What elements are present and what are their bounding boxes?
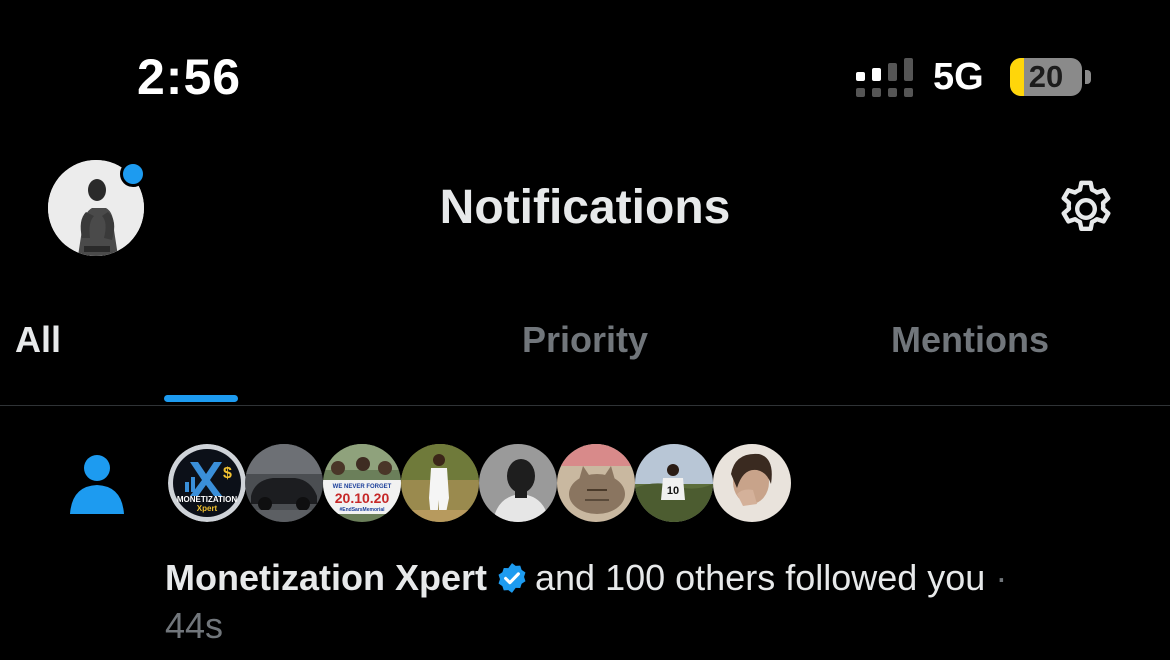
- status-bar: 2:56 5G 20: [0, 0, 1170, 150]
- logo-subtext: Xpert: [197, 504, 218, 513]
- network-type: 5G: [933, 56, 984, 98]
- woman-photo-image: [713, 444, 791, 522]
- tab-priority-label: Priority: [521, 319, 649, 360]
- car-photo-image: [245, 444, 323, 522]
- clock-time: 2:56: [137, 49, 242, 105]
- follow-notification[interactable]: $ MONETIZATION Xpert WE NEVER FORGET 20.…: [0, 406, 1170, 660]
- jersey-number: 10: [667, 485, 679, 497]
- verified-badge-icon: [498, 563, 526, 593]
- tab-mentions[interactable]: Mentions: [775, 295, 1165, 405]
- svg-text:$: $: [223, 465, 232, 482]
- tab-priority[interactable]: Priority: [390, 295, 780, 405]
- battery-icon: 20: [1010, 58, 1082, 96]
- tab-all-label: All: [15, 319, 62, 360]
- top-app-bar: Notifications: [0, 150, 1170, 270]
- battery-cap: [1085, 70, 1091, 84]
- banner-line-3: #EndSarsMemorial: [339, 507, 385, 513]
- notification-tabs: All Priority Mentions: [0, 295, 1170, 406]
- person-icon: [70, 455, 124, 514]
- protest-photo-image: WE NEVER FORGET 20.10.20 #EndSarsMemoria…: [323, 444, 401, 522]
- notification-text: Monetization Xpert and 100 others follow…: [165, 554, 1125, 650]
- cellular-signal-icon: [856, 58, 913, 97]
- avatar-woman-photo[interactable]: [713, 444, 791, 522]
- bw-portrait-image: [479, 444, 557, 522]
- avatar-monetization-xpert[interactable]: $ MONETIZATION Xpert: [168, 444, 246, 522]
- banner-line-2: 20.10.20: [335, 490, 390, 506]
- avatar-bw-portrait[interactable]: [479, 444, 557, 522]
- monetization-xpert-logo: $ MONETIZATION Xpert: [168, 444, 246, 522]
- notification-message: and 100 others followed you: [535, 557, 986, 598]
- tab-mentions-label: Mentions: [891, 319, 1049, 360]
- cat-photo-image: [557, 444, 635, 522]
- avatar-man-in-white[interactable]: [401, 444, 479, 522]
- battery-percentage: 20: [1028, 59, 1064, 94]
- tab-all[interactable]: All: [0, 295, 390, 405]
- avatar-jersey-photo[interactable]: 10: [635, 444, 713, 522]
- logo-text: MONETIZATION: [177, 495, 238, 504]
- man-in-white-image: [401, 444, 479, 522]
- separator-dot: ·: [995, 557, 1008, 598]
- jersey-photo-image: 10: [635, 444, 713, 522]
- avatar-protest-photo[interactable]: WE NEVER FORGET 20.10.20 #EndSarsMemoria…: [323, 444, 401, 522]
- follower-name[interactable]: Monetization Xpert: [165, 557, 487, 598]
- avatar-car-photo[interactable]: [245, 444, 323, 522]
- notification-timestamp: 44s: [165, 605, 224, 646]
- page-title: Notifications: [439, 181, 731, 234]
- active-tab-indicator: [164, 395, 238, 402]
- gear-icon[interactable]: [1053, 176, 1119, 242]
- avatar-cat-photo[interactable]: [557, 444, 635, 522]
